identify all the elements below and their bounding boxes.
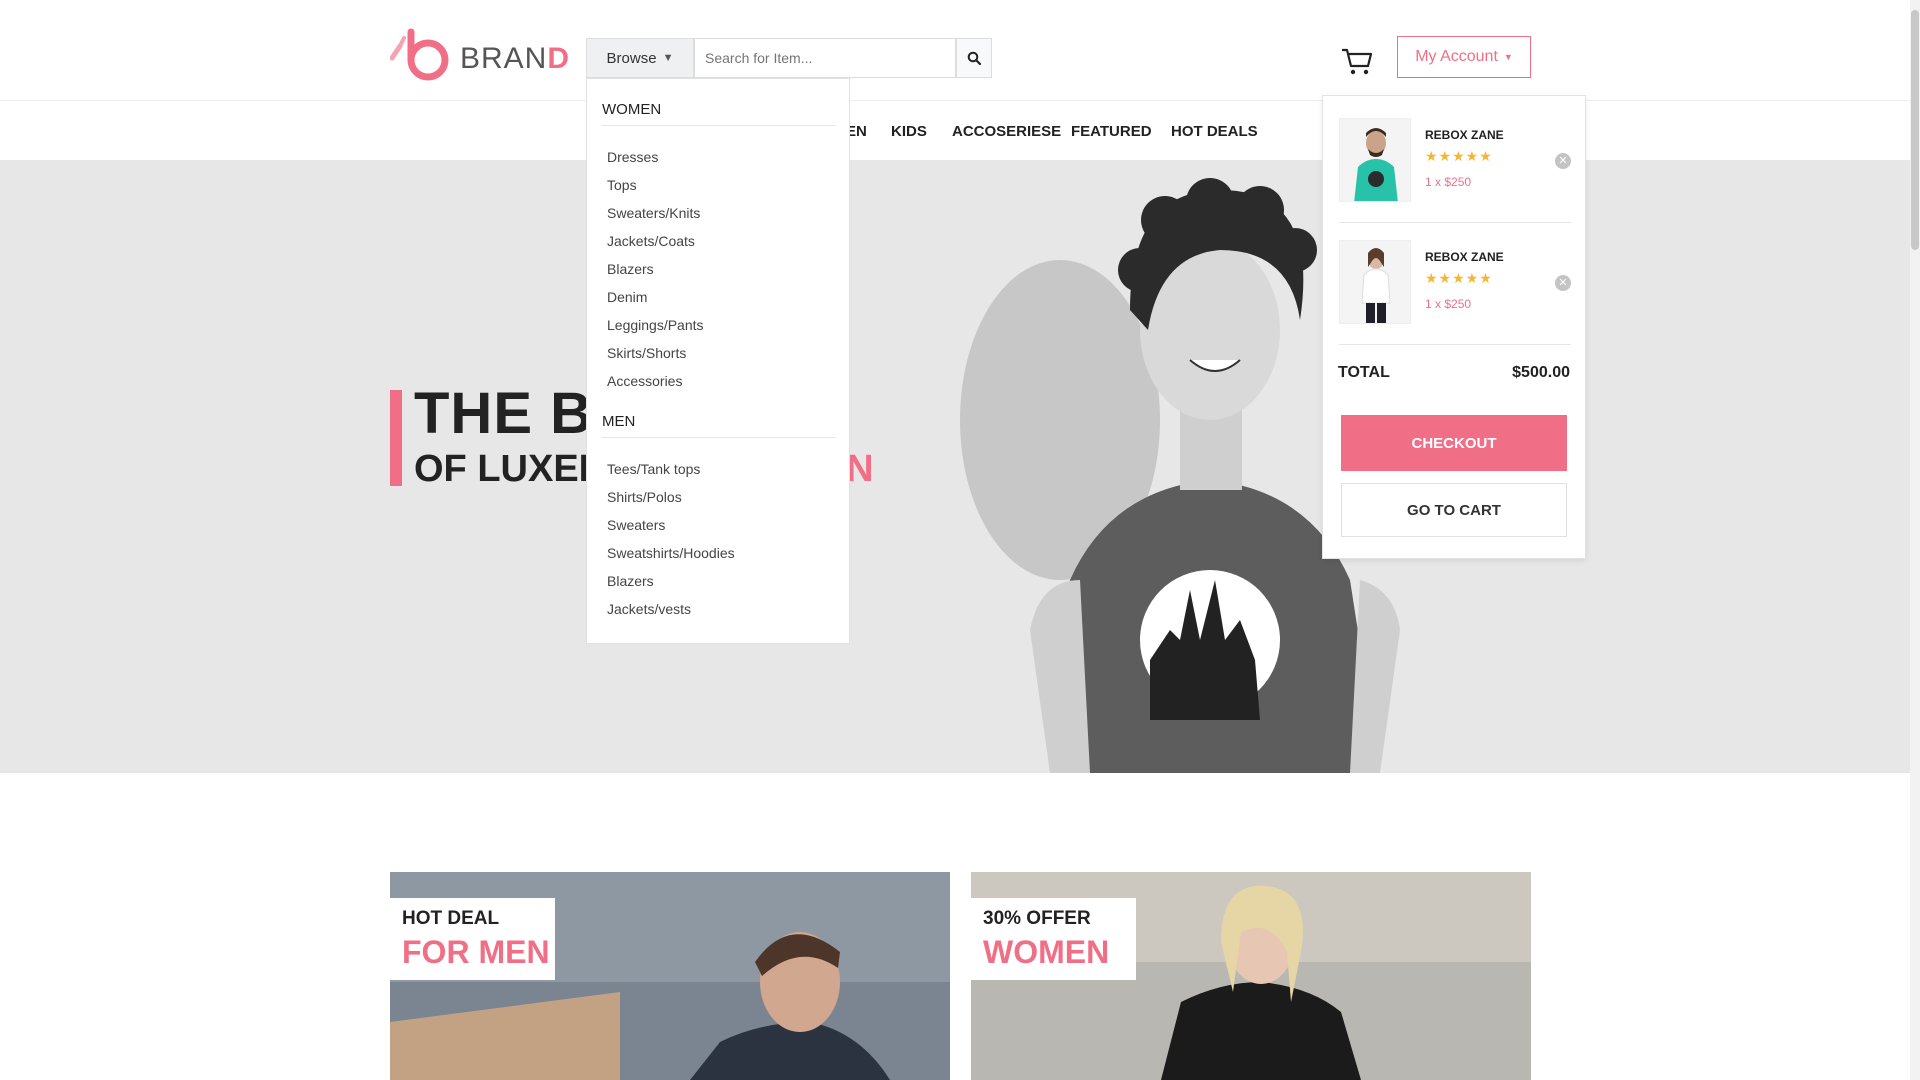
promo-label: 30% OFFER WOMEN bbox=[971, 898, 1136, 980]
man-tshirt-thumbnail[interactable] bbox=[1339, 118, 1411, 202]
remove-item-icon[interactable]: ✕ bbox=[1555, 275, 1571, 291]
cart-item-name[interactable]: REBOX ZANE bbox=[1425, 128, 1504, 142]
search-icon bbox=[967, 51, 981, 65]
woman-tshirt-thumbnail[interactable] bbox=[1339, 240, 1411, 324]
browse-button[interactable]: Browse ▼ bbox=[586, 38, 694, 78]
cart-item-price: 1 x $250 bbox=[1425, 175, 1472, 189]
cart-item: REBOX ZANE ★★★★★ 1 x $250 ✕ bbox=[1339, 118, 1571, 228]
search-input[interactable] bbox=[695, 39, 955, 77]
brand-b-icon bbox=[390, 28, 449, 81]
caret-down-icon: ▼ bbox=[662, 52, 674, 64]
hero-accent-bar bbox=[390, 390, 402, 486]
browse-label: Browse bbox=[606, 49, 657, 67]
promo-big-text: WOMEN bbox=[983, 934, 1110, 970]
search-button[interactable] bbox=[956, 38, 992, 78]
dropdown-item[interactable]: Sweaters/Knits bbox=[607, 205, 700, 221]
hero-banner: THE BE OF LUXER N bbox=[0, 160, 1920, 773]
promo-label: HOT DEAL FOR MEN bbox=[390, 898, 555, 980]
search-box bbox=[694, 38, 956, 78]
scrollbar-thumb[interactable] bbox=[1911, 10, 1919, 250]
cart-item-name[interactable]: REBOX ZANE bbox=[1425, 250, 1504, 264]
shopping-cart-icon bbox=[1342, 48, 1373, 75]
cart-button[interactable] bbox=[1340, 44, 1374, 78]
dropdown-item[interactable]: Accessories bbox=[607, 373, 682, 389]
star-rating: ★★★★★ bbox=[1425, 148, 1493, 164]
promo-small-text: HOT DEAL bbox=[402, 908, 500, 929]
my-account-label: My Account bbox=[1415, 48, 1498, 65]
main-nav: EN KIDS ACCOSERIESE FEATURED HOT DEALS bbox=[0, 101, 1920, 159]
cart-item-price: 1 x $250 bbox=[1425, 297, 1472, 311]
brand-name-accent: D bbox=[547, 42, 571, 75]
dropdown-heading-women: WOMEN bbox=[602, 101, 836, 126]
promo-card-men[interactable]: HOT DEAL FOR MEN bbox=[390, 872, 950, 1080]
hero-subtitle-pink: N bbox=[846, 448, 874, 490]
caret-down-icon: ▼ bbox=[1503, 52, 1513, 62]
dropdown-item[interactable]: Jackets/Coats bbox=[607, 233, 695, 249]
dropdown-item[interactable]: Tees/Tank tops bbox=[607, 461, 700, 477]
cart-total-value: $500.00 bbox=[1512, 364, 1570, 381]
dropdown-item[interactable]: Jackets/vests bbox=[607, 601, 691, 617]
browse-dropdown: WOMEN Dresses Tops Sweaters/Knits Jacket… bbox=[586, 78, 850, 644]
promo-small-text: 30% OFFER bbox=[983, 908, 1091, 929]
nav-item-hot-deals[interactable]: HOT DEALS bbox=[1171, 123, 1258, 140]
dropdown-item[interactable]: Dresses bbox=[607, 149, 658, 165]
brand-name-main: BRAN bbox=[460, 42, 548, 75]
dropdown-item[interactable]: Denim bbox=[607, 289, 647, 305]
nav-item-kids[interactable]: KIDS bbox=[891, 123, 927, 140]
dropdown-item[interactable]: Leggings/Pants bbox=[607, 317, 704, 333]
remove-item-icon[interactable]: ✕ bbox=[1555, 153, 1571, 169]
checkout-button[interactable]: CHECKOUT bbox=[1341, 415, 1567, 471]
star-rating: ★★★★★ bbox=[1425, 270, 1493, 286]
brand-name: BRAND bbox=[460, 42, 570, 76]
dropdown-item[interactable]: Sweaters bbox=[607, 517, 665, 533]
divider bbox=[1339, 222, 1571, 223]
dropdown-item[interactable]: Shirts/Polos bbox=[607, 489, 682, 505]
dropdown-item[interactable]: Tops bbox=[607, 177, 637, 193]
nav-item-accessories[interactable]: ACCOSERIESE bbox=[952, 123, 1061, 140]
dropdown-item[interactable]: Sweatshirts/Hoodies bbox=[607, 545, 735, 561]
promo-card-women[interactable]: 30% OFFER WOMEN bbox=[971, 872, 1531, 1080]
nav-item-featured[interactable]: FEATURED bbox=[1071, 123, 1152, 140]
dropdown-item[interactable]: Blazers bbox=[607, 573, 654, 589]
promo-big-text: FOR MEN bbox=[402, 934, 550, 970]
my-account-button[interactable]: My Account ▼ bbox=[1397, 36, 1531, 78]
cart-item: REBOX ZANE ★★★★★ 1 x $250 ✕ bbox=[1339, 240, 1571, 350]
brand-logo[interactable]: BRAND bbox=[390, 28, 569, 84]
dropdown-item[interactable]: Skirts/Shorts bbox=[607, 345, 686, 361]
dropdown-heading-men: MEN bbox=[602, 413, 836, 438]
cart-total-label: TOTAL bbox=[1338, 364, 1390, 381]
go-to-cart-button[interactable]: GO TO CART bbox=[1341, 483, 1567, 537]
divider bbox=[1339, 344, 1571, 345]
dropdown-item[interactable]: Blazers bbox=[607, 261, 654, 277]
hero-subtitle-dark: OF LUXER bbox=[414, 448, 607, 490]
